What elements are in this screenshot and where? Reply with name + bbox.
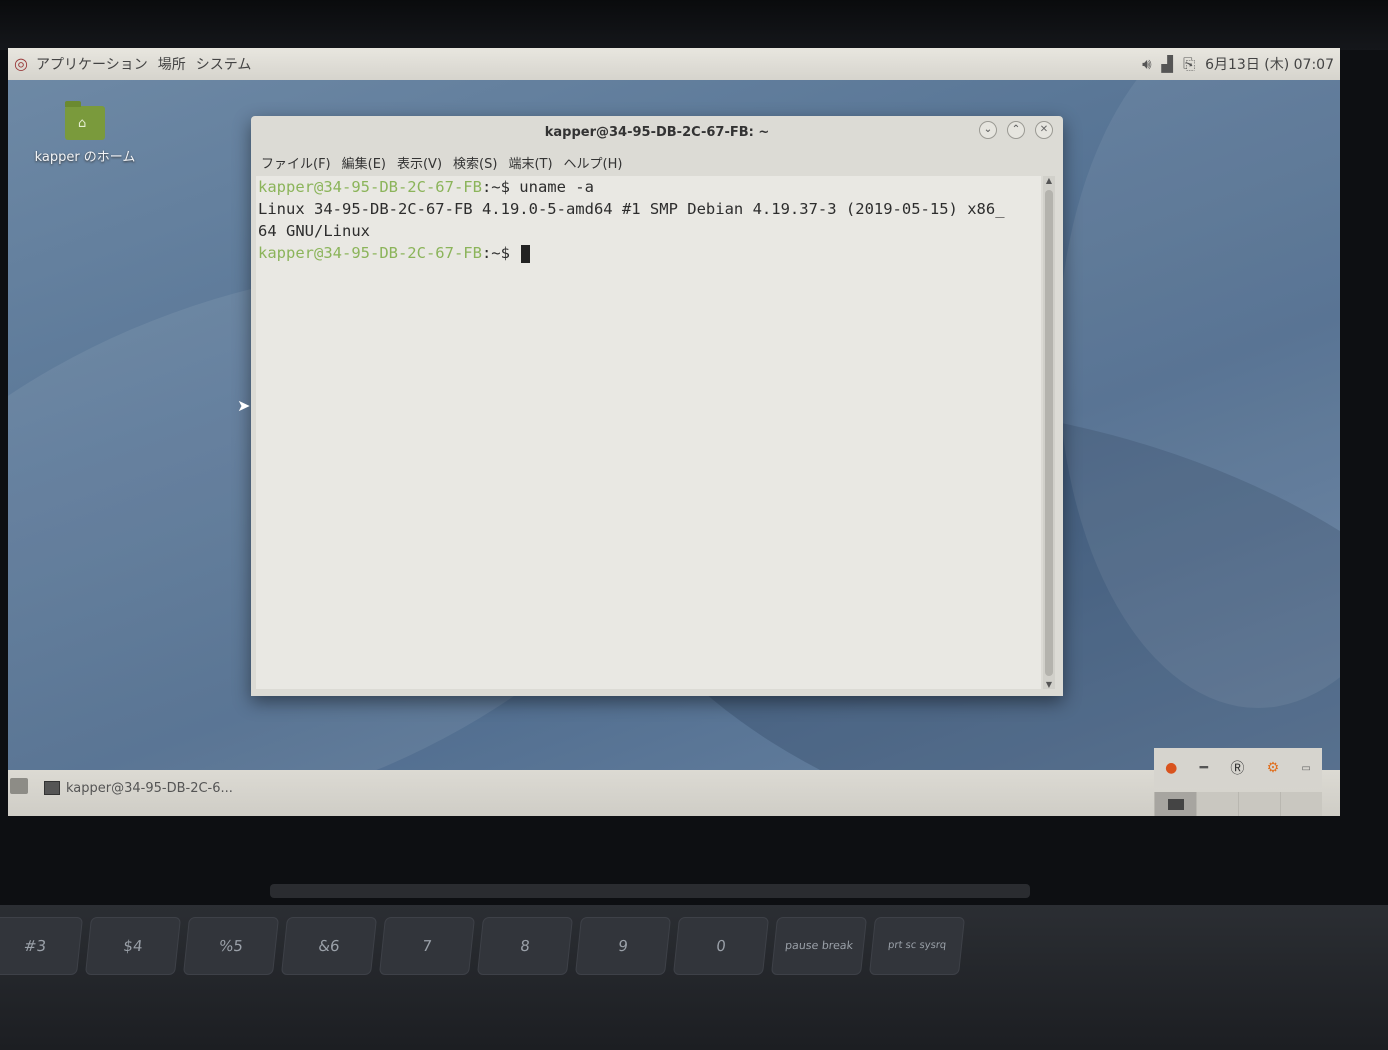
menu-edit[interactable]: 編集(E) (342, 153, 386, 172)
workspace-2[interactable] (1196, 792, 1238, 816)
laptop-keyboard: #3 $4 %5 &6 7 8 9 0 pause break prt sc s… (0, 905, 1388, 1050)
input-method-icon[interactable]: ━ (1200, 760, 1208, 776)
network-signal-icon[interactable]: ▟ (1162, 55, 1174, 73)
scrollbar-thumb[interactable] (1045, 190, 1053, 676)
output-line: Linux 34-95-DB-2C-67-FB 4.19.0-5-amd64 #… (258, 200, 1005, 218)
keyboard-key: 9 (574, 917, 672, 975)
close-button[interactable]: ✕ (1035, 121, 1053, 139)
menu-applications[interactable]: アプリケーション (36, 54, 148, 74)
volume-icon[interactable]: 🔊︎ (1142, 55, 1151, 73)
update-icon[interactable]: ● (1165, 760, 1177, 776)
keyboard-key: %5 (182, 917, 280, 975)
monitor-bezel (0, 0, 1388, 50)
output-line: 64 GNU/Linux (258, 222, 370, 240)
home-folder-label: kapper のホーム (34, 150, 136, 165)
window-titlebar[interactable]: kapper@34-95-DB-2C-67-FB: ~ ⌄ ⌃ ✕ (251, 116, 1063, 150)
menu-view[interactable]: 表示(V) (397, 153, 442, 172)
settings-gear-icon[interactable]: ⚙ (1267, 760, 1280, 776)
keyboard-key: $4 (84, 917, 182, 975)
bottom-panel: kapper@34-95-DB-2C-6... ● ━ Ⓡ ⚙ ▭ (8, 748, 1340, 816)
maximize-button[interactable]: ⌃ (1007, 121, 1025, 139)
terminal-output[interactable]: kapper@34-95-DB-2C-67-FB:~$ uname -a Lin… (256, 176, 1041, 689)
workspace-switcher[interactable] (1154, 792, 1322, 816)
top-panel: ◎ アプリケーション 場所 システム 🔊︎ ▟ ⎘ 6月13日 (木) 07:0… (8, 48, 1340, 80)
clock[interactable]: 6月13日 (木) 07:07 (1205, 54, 1334, 74)
registered-icon[interactable]: Ⓡ (1230, 758, 1244, 778)
workspace-3[interactable] (1238, 792, 1280, 816)
debian-logo-icon[interactable]: ◎ (12, 55, 30, 73)
keyboard-key: 7 (378, 917, 476, 975)
menu-file[interactable]: ファイル(F) (261, 153, 331, 172)
prompt-suffix: :~$ (481, 178, 510, 196)
workspace-4[interactable] (1280, 792, 1322, 816)
keyboard-key: prt sc sysrq (868, 917, 966, 975)
keyboard-key: pause break (770, 917, 868, 975)
keyboard-key: &6 (280, 917, 378, 975)
shell-prompt: kapper@34-95-DB-2C-67-FB (258, 178, 482, 196)
workspace-1[interactable] (1154, 792, 1196, 816)
system-tray: 🔊︎ ▟ ⎘ 6月13日 (木) 07:07 (1142, 48, 1334, 80)
home-folder-shortcut[interactable]: ⌂ kapper のホーム (30, 101, 140, 165)
window-title: kapper@34-95-DB-2C-67-FB: ~ (544, 125, 770, 140)
menu-places[interactable]: 場所 (158, 54, 186, 74)
keyboard-icon[interactable]: ▭ (1301, 763, 1310, 774)
home-folder-icon: ⌂ (65, 101, 105, 140)
terminal-icon (44, 781, 60, 795)
menu-terminal[interactable]: 端末(T) (508, 153, 552, 172)
scroll-down-arrow-icon[interactable]: ▼ (1043, 680, 1055, 689)
mouse-pointer-icon: ➤ (237, 396, 251, 415)
command-line: kapper@34-95-DB-2C-67-FB:~$ (256, 242, 1041, 264)
keyboard-key: 0 (672, 917, 770, 975)
show-desktop-button[interactable] (10, 778, 28, 794)
terminal-window: kapper@34-95-DB-2C-67-FB: ~ ⌄ ⌃ ✕ ファイル(F… (251, 116, 1063, 696)
command-text: uname -a (509, 178, 594, 196)
prompt-suffix: :~$ (481, 244, 510, 262)
keyboard-key: 8 (476, 917, 574, 975)
laptop-hinge (270, 884, 1030, 898)
desktop: ◎ アプリケーション 場所 システム 🔊︎ ▟ ⎘ 6月13日 (木) 07:0… (8, 48, 1340, 816)
notification-area: ● ━ Ⓡ ⚙ ▭ (1154, 748, 1322, 788)
menu-help[interactable]: ヘルプ(H) (564, 153, 623, 172)
command-line: kapper@34-95-DB-2C-67-FB:~$ uname -a (256, 176, 1041, 198)
menu-system[interactable]: システム (196, 54, 252, 74)
menu-search[interactable]: 検索(S) (453, 153, 497, 172)
minimize-button[interactable]: ⌄ (979, 121, 997, 139)
scroll-up-arrow-icon[interactable]: ▲ (1043, 176, 1055, 185)
text-cursor (521, 244, 531, 263)
keyboard-key: #3 (0, 917, 84, 975)
user-icon[interactable]: ⎘ (1183, 55, 1195, 73)
taskbar-terminal-label: kapper@34-95-DB-2C-6... (66, 780, 233, 796)
taskbar-terminal-button[interactable]: kapper@34-95-DB-2C-6... (38, 777, 239, 799)
shell-prompt: kapper@34-95-DB-2C-67-FB (258, 244, 482, 262)
terminal-scrollbar[interactable]: ▲ ▼ (1043, 176, 1055, 689)
terminal-menubar: ファイル(F) 編集(E) 表示(V) 検索(S) 端末(T) ヘルプ(H) (251, 150, 1063, 174)
